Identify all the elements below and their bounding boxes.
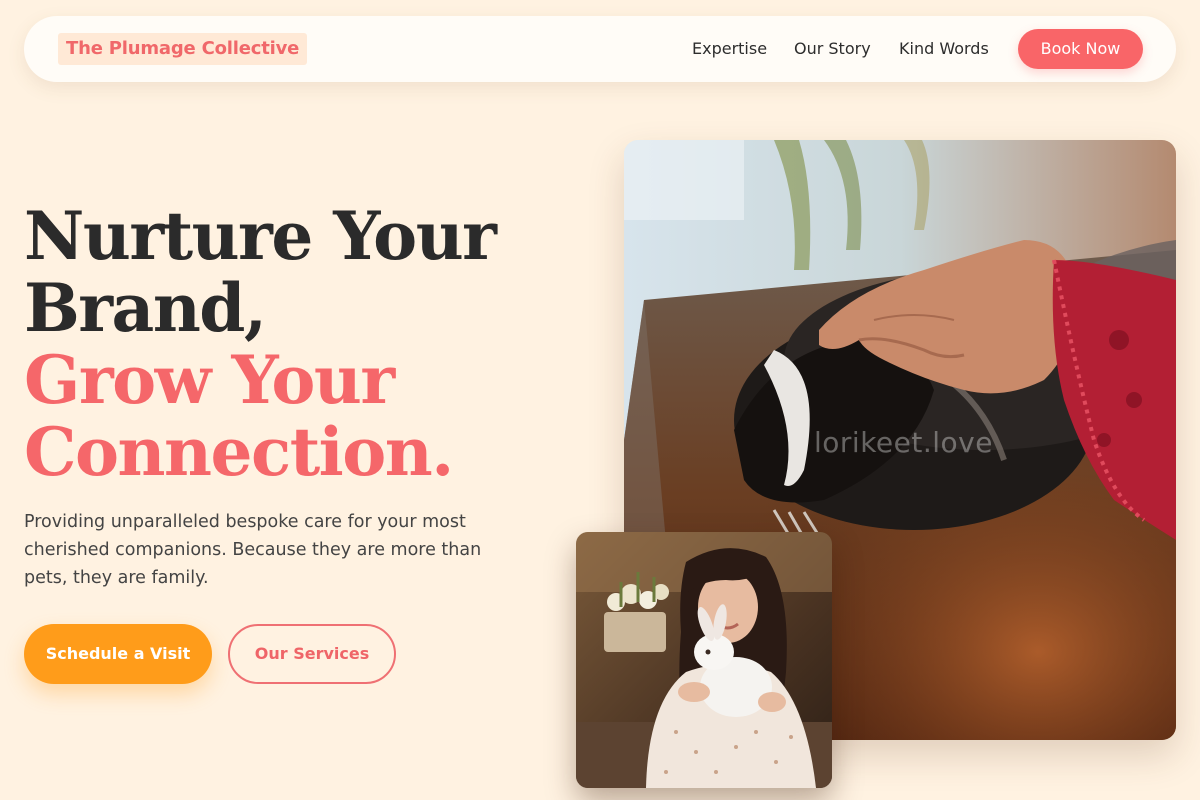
headline-line-1: Nurture Your — [24, 197, 497, 275]
rabbit-photo-illustration — [576, 532, 832, 788]
hero-subtext: Providing unparalleled bespoke care for … — [24, 512, 482, 588]
brand-logo[interactable]: The Plumage Collective — [58, 33, 308, 65]
our-services-button[interactable]: Our Services — [228, 624, 396, 684]
inset-photo-woman-rabbit — [576, 532, 832, 788]
hero-headline: Nurture Your Brand, Grow Your Connection… — [24, 200, 544, 488]
book-now-button[interactable]: Book Now — [1018, 29, 1143, 69]
headline-line-4: Connection. — [24, 413, 454, 491]
schedule-visit-button[interactable]: Schedule a Visit — [24, 624, 212, 684]
nav-link-kind-words[interactable]: Kind Words — [899, 38, 989, 60]
headline-line-2: Brand, — [24, 269, 267, 347]
headline-line-3: Grow Your — [24, 341, 395, 419]
nav-link-expertise[interactable]: Expertise — [692, 38, 767, 60]
top-navbar: The Plumage Collective Expertise Our Sto… — [24, 16, 1176, 82]
photo-watermark: lorikeet.love — [814, 426, 993, 459]
nav-link-our-story[interactable]: Our Story — [794, 38, 871, 60]
